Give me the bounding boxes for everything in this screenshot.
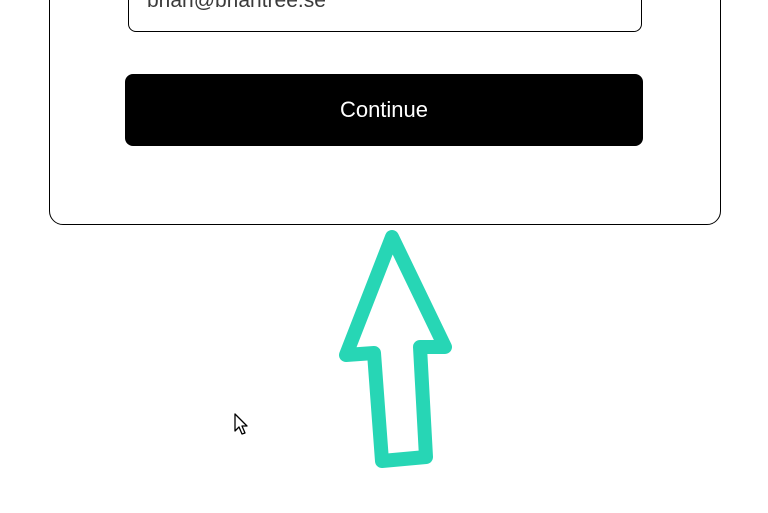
mouse-cursor-icon (234, 413, 250, 437)
email-field[interactable] (128, 0, 642, 32)
up-arrow-annotation (330, 229, 460, 469)
continue-button[interactable]: Continue (125, 74, 643, 146)
